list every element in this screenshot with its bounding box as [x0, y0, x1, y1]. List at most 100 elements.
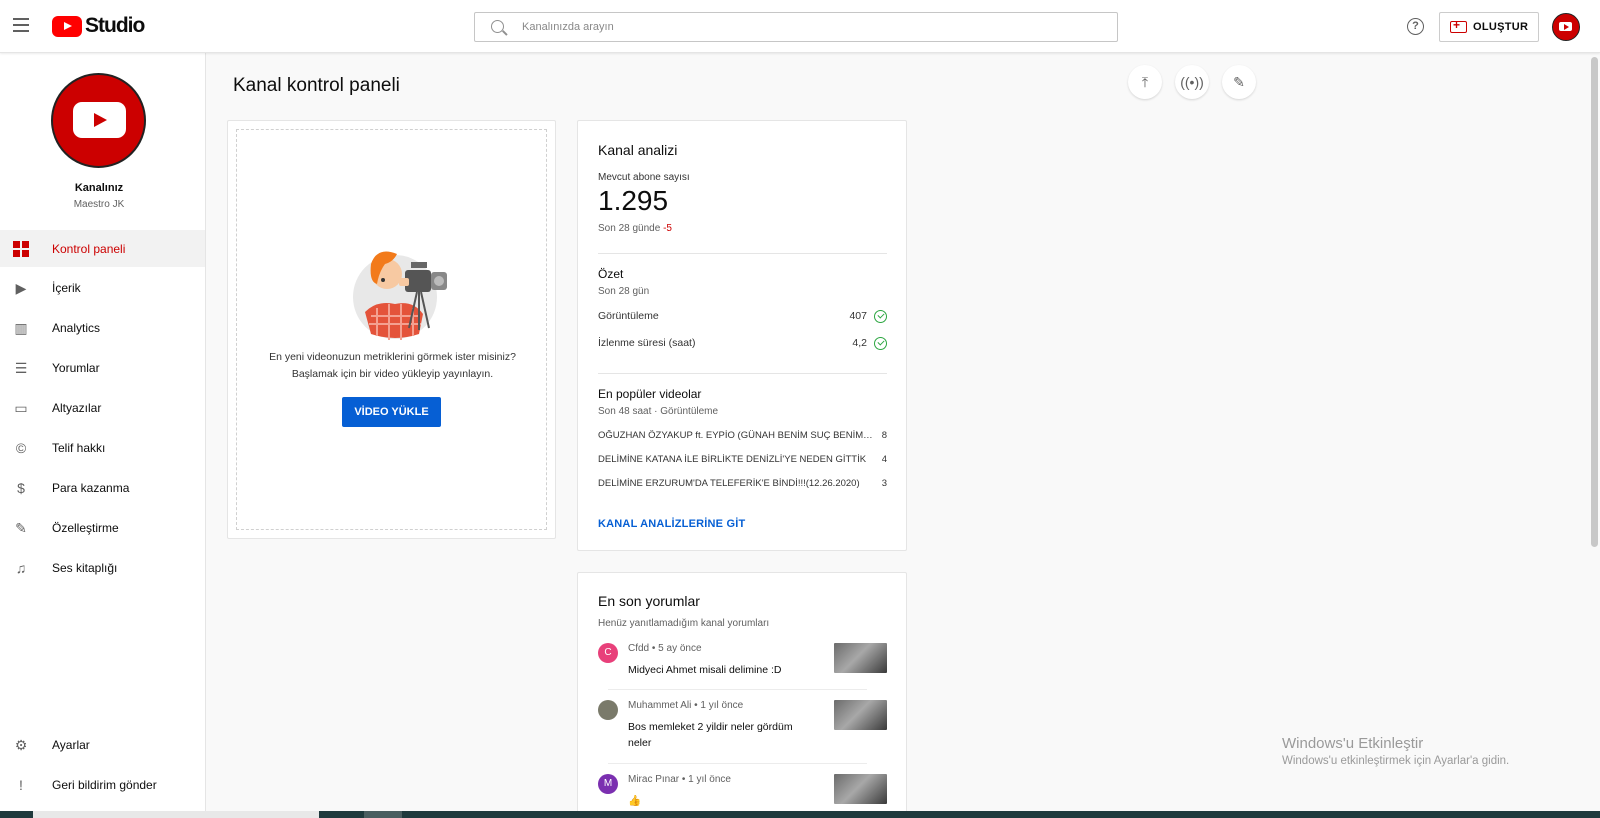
sidebar-item-dashboard[interactable]: Kontrol paneli — [0, 230, 205, 267]
analytics-title: Kanal analizi — [598, 142, 678, 158]
comment-avatar[interactable] — [598, 700, 618, 720]
upload-message: En yeni videonuzun metriklerini görmek i… — [237, 349, 548, 383]
top-videos-period: Son 48 saat · Görüntüleme — [598, 406, 719, 417]
summary-title: Özet — [598, 267, 624, 281]
check-icon — [874, 337, 887, 350]
comment-text: 👍 — [628, 795, 642, 807]
comment-avatar[interactable]: C — [598, 643, 618, 663]
search-icon — [491, 20, 504, 33]
sidebar-item-analytics[interactable]: ▥ Analytics — [0, 309, 205, 346]
sidebar-item-copyright[interactable]: © Telif hakkı — [0, 429, 205, 466]
search-box[interactable] — [474, 12, 1118, 42]
sidebar-item-label: Kontrol paneli — [52, 241, 126, 256]
video-thumbnail[interactable] — [834, 700, 887, 730]
live-stream-icon[interactable]: ((•)) — [1175, 65, 1209, 99]
studio-logo[interactable]: Studio — [52, 14, 145, 38]
top-video-row[interactable]: DELİMİNE ERZURUM'DA TELEFERİK'E BİNDİ!!!… — [598, 478, 887, 492]
upload-message-line: Başlamak için bir video yükleyip yayınla… — [291, 368, 494, 380]
video-thumbnail[interactable] — [834, 643, 887, 673]
account-avatar[interactable] — [1552, 13, 1580, 41]
gear-icon: ⚙ — [14, 736, 28, 753]
sidebar-item-label: Özelleştirme — [52, 520, 119, 535]
sidebar-item-label: Geri bildirim gönder — [52, 777, 157, 792]
top-video-title[interactable]: DELİMİNE KATANA İLE BİRLİKTE DENİZLİ'YE … — [598, 454, 873, 465]
sidebar: Kanalınız Maestro JK Kontrol paneli ▶ İç… — [0, 53, 206, 811]
analytics-icon: ▥ — [14, 319, 28, 336]
metric-views: Görüntüleme 407 — [598, 310, 887, 326]
page-title: Kanal kontrol paneli — [233, 75, 400, 96]
channel-analytics-card: Kanal analizi Mevcut abone sayısı 1.295 … — [577, 120, 907, 551]
create-button[interactable]: OLUŞTUR — [1439, 12, 1539, 42]
help-icon[interactable]: ? — [1407, 18, 1424, 35]
windows-activation-watermark: Windows'u Etkinleştir Windows'u etkinleş… — [1282, 735, 1509, 767]
search-input[interactable] — [522, 17, 1102, 37]
video-thumbnail[interactable] — [834, 774, 887, 804]
comment-text: Midyeci Ahmet misali delimine :D — [628, 664, 782, 676]
comment-text: Bos memleket 2 yildir neler gördüm neler — [628, 721, 793, 749]
sidebar-item-label: Ayarlar — [52, 737, 90, 752]
sidebar-item-monetization[interactable]: $ Para kazanma — [0, 469, 205, 506]
check-icon — [874, 310, 887, 323]
sidebar-item-content[interactable]: ▶ İçerik — [0, 269, 205, 306]
magic-wand-icon: ✎ — [15, 519, 27, 536]
top-video-title[interactable]: OĞUZHAN ÖZYAKUP ft. EYPİO (GÜNAH BENİM S… — [598, 430, 873, 441]
comments-subtitle: Henüz yanıtlamadığım kanal yorumları — [598, 618, 770, 629]
sidebar-item-label: Yorumlar — [52, 360, 100, 375]
comment-avatar[interactable]: M — [598, 774, 618, 794]
upload-video-card: En yeni videonuzun metriklerini görmek i… — [227, 120, 556, 539]
youtube-play-icon — [52, 15, 82, 37]
create-button-label: OLUŞTUR — [1473, 21, 1529, 33]
subscribers-count: 1.295 — [598, 185, 669, 216]
watermark-subtitle: Windows'u etkinleştirmek için Ayarlar'a … — [1282, 755, 1510, 767]
top-video-views: 8 — [881, 430, 887, 441]
channel-handle: Maestro JK — [73, 199, 125, 210]
subscriber-change: Son 28 günde -5 — [598, 223, 672, 234]
top-video-views: 3 — [881, 478, 887, 489]
sidebar-item-customization[interactable]: ✎ Özelleştirme — [0, 509, 205, 546]
create-post-icon[interactable]: ✎ — [1222, 65, 1256, 99]
sidebar-item-label: Altyazılar — [52, 400, 102, 415]
sidebar-item-label: İçerik — [52, 280, 81, 295]
latest-comments-card: En son yorumlar Henüz yanıtlamadığım kan… — [577, 572, 907, 818]
upload-video-button[interactable]: VİDEO YÜKLE — [342, 397, 441, 427]
menu-icon[interactable] — [13, 18, 29, 32]
comments-title: En son yorumlar — [598, 593, 700, 609]
metric-value: 4,2 — [852, 337, 867, 349]
top-videos-title: En popüler videolar — [598, 387, 702, 401]
top-video-title[interactable]: DELİMİNE ERZURUM'DA TELEFERİK'E BİNDİ!!!… — [598, 478, 873, 489]
change-value: -5 — [663, 223, 672, 234]
sidebar-item-audio-library[interactable]: ♫ Ses kitaplığı — [0, 549, 205, 586]
metric-watch-time: İzlenme süresi (saat) 4,2 — [598, 337, 887, 353]
content-icon: ▶ — [15, 279, 27, 296]
comment-item[interactable]: M Mirac Pınar • 1 yıl önce 👍 — [598, 774, 887, 814]
comment-meta: Muhammet Ali • 1 yıl önce — [628, 700, 744, 711]
watermark-title: Windows'u Etkinleştir — [1282, 735, 1424, 752]
metric-value: 407 — [849, 310, 867, 322]
top-video-row[interactable]: OĞUZHAN ÖZYAKUP ft. EYPİO (GÜNAH BENİM S… — [598, 430, 887, 444]
sidebar-item-label: Ses kitaplığı — [52, 560, 118, 575]
upload-icon[interactable]: ⤒ — [1128, 65, 1162, 99]
dashboard-icon — [13, 240, 29, 257]
sidebar-item-comments[interactable]: ☰ Yorumlar — [0, 349, 205, 386]
audio-library-icon: ♫ — [15, 559, 27, 576]
sidebar-item-label: Telif hakkı — [52, 440, 106, 455]
page-scrollbar[interactable] — [1591, 57, 1598, 547]
camera-person-illustration — [353, 251, 447, 340]
go-to-analytics-link[interactable]: KANAL ANALİZLERİNE GİT — [598, 518, 745, 530]
metric-label: Görüntüleme — [598, 310, 659, 322]
sidebar-item-settings[interactable]: ⚙ Ayarlar — [0, 726, 205, 763]
comment-meta: Cfdd • 5 ay önce — [628, 643, 702, 654]
comment-item[interactable]: C Cfdd • 5 ay önce Midyeci Ahmet misali … — [598, 643, 887, 683]
change-prefix: Son 28 günde — [598, 223, 661, 234]
summary-period: Son 28 gün — [598, 286, 650, 297]
dollar-icon: $ — [17, 479, 25, 496]
comments-icon: ☰ — [14, 359, 28, 376]
sidebar-item-feedback[interactable]: ! Geri bildirim gönder — [0, 766, 205, 803]
comment-item[interactable]: Muhammet Ali • 1 yıl önce Bos memleket 2… — [598, 700, 887, 756]
create-video-icon — [1450, 18, 1467, 33]
channel-avatar[interactable] — [51, 73, 146, 168]
comment-meta: Mirac Pınar • 1 yıl önce — [628, 774, 731, 785]
top-video-row[interactable]: DELİMİNE KATANA İLE BİRLİKTE DENİZLİ'YE … — [598, 454, 887, 468]
channel-name: Kanalınız — [74, 182, 124, 194]
sidebar-item-subtitles[interactable]: ▭ Altyazılar — [0, 389, 205, 426]
